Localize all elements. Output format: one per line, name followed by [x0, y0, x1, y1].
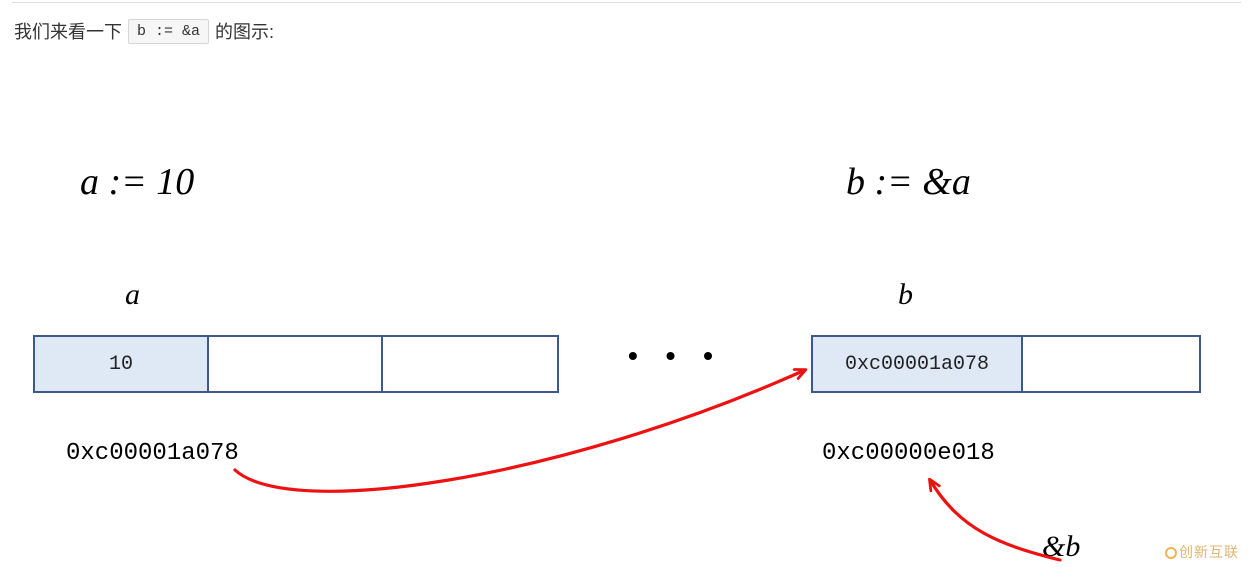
watermark: 创新互联	[1165, 542, 1239, 562]
var-label-b: b	[898, 278, 913, 312]
memory-row-a: 10	[33, 335, 559, 393]
watermark-icon	[1165, 547, 1177, 559]
mem-cell-a1	[209, 337, 383, 391]
mem-cell-a2	[383, 337, 557, 391]
address-b: 0xc00000e018	[822, 440, 995, 467]
mem-cell-b1	[1023, 337, 1199, 391]
memory-row-b: 0xc00001a078	[811, 335, 1201, 393]
ellipsis: • • •	[628, 340, 723, 372]
arrows-layer	[0, 0, 1253, 568]
watermark-text: 创新互联	[1179, 544, 1239, 560]
amp-b-label: &b	[1042, 530, 1080, 564]
mem-cell-b0: 0xc00001a078	[813, 337, 1023, 391]
arrow-ampb-to-addr	[930, 480, 1060, 560]
declaration-b: b := &a	[846, 160, 971, 204]
pointer-diagram: a := 10 b := &a a b 10 • • • 0xc00001a07…	[0, 0, 1253, 568]
mem-cell-a0: 10	[35, 337, 209, 391]
var-label-a: a	[125, 278, 140, 312]
declaration-a: a := 10	[80, 160, 194, 204]
address-a: 0xc00001a078	[66, 440, 239, 467]
